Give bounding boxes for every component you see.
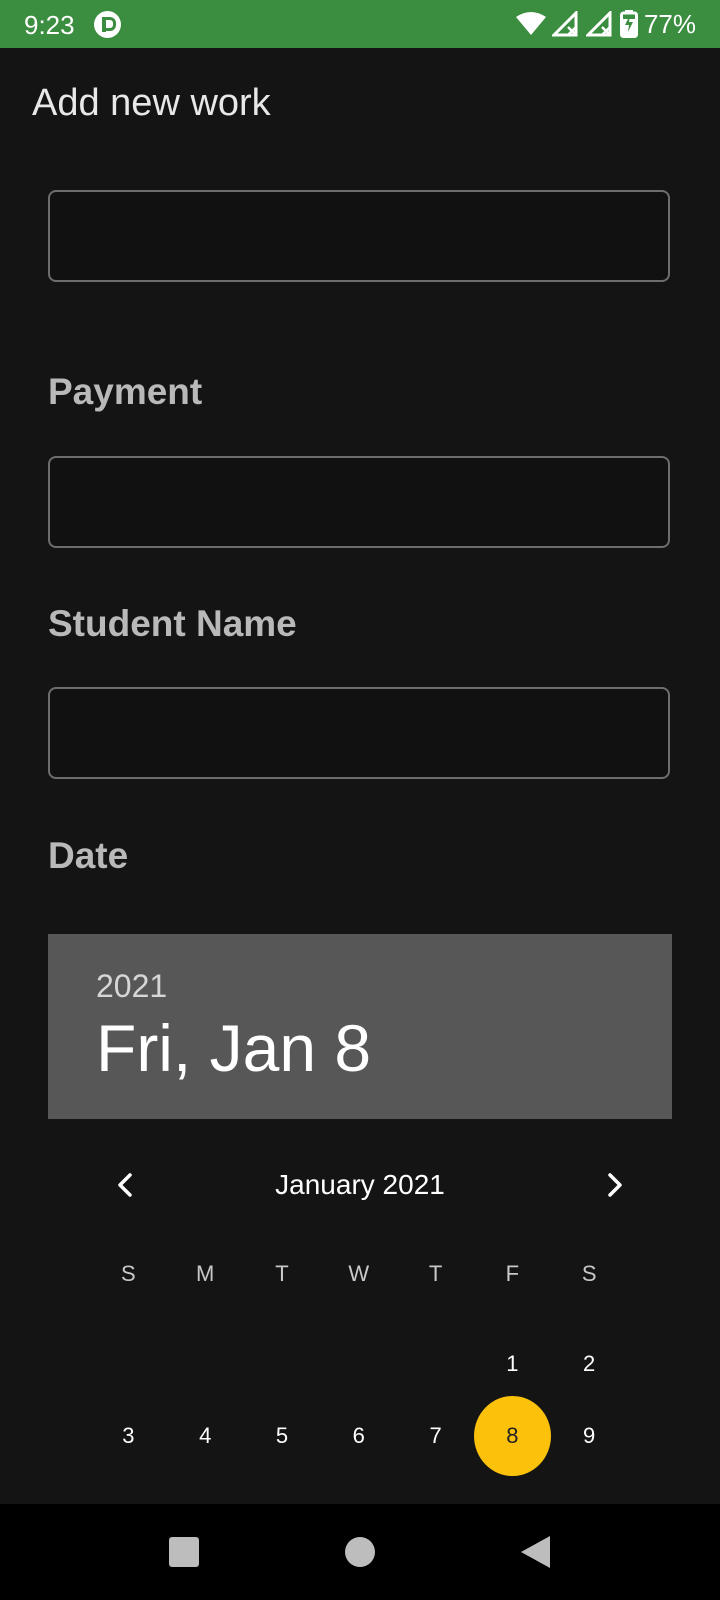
- date-picker-selected-date[interactable]: Fri, Jan 8: [96, 1010, 371, 1086]
- payment-label: Payment: [48, 371, 203, 412]
- back-icon[interactable]: [518, 1534, 554, 1570]
- weekday-label: M: [196, 1261, 215, 1286]
- status-bar: 9:23 77%: [0, 0, 720, 48]
- weekday-label: F: [505, 1261, 520, 1286]
- work-title-input[interactable]: [48, 190, 670, 282]
- calendar-day[interactable]: 9: [551, 1396, 628, 1476]
- calendar-empty-cell: [167, 1324, 244, 1404]
- calendar: January 2021 S M T W T F S 1 2 3 4 5 6 7…: [48, 1119, 672, 1503]
- calendar-day[interactable]: 7: [397, 1396, 474, 1476]
- calendar-day[interactable]: 6: [320, 1396, 397, 1476]
- next-month-button[interactable]: [584, 1155, 644, 1215]
- weekday-label: W: [348, 1261, 370, 1286]
- payment-input[interactable]: [48, 456, 670, 548]
- student-name-input[interactable]: [48, 687, 670, 779]
- calendar-week: 3 4 5 6 7 8 9: [48, 1396, 672, 1476]
- calendar-empty-cell: [90, 1324, 167, 1404]
- status-time: 9:23: [24, 10, 75, 40]
- student-name-label: Student Name: [48, 603, 297, 644]
- calendar-day[interactable]: 3: [90, 1396, 167, 1476]
- calendar-day[interactable]: 4: [167, 1396, 244, 1476]
- calendar-empty-cell: [320, 1324, 397, 1404]
- selected-day-label: 8: [473, 1396, 551, 1476]
- calendar-day-selected[interactable]: 8: [473, 1396, 551, 1476]
- page-title: Add new work: [32, 82, 271, 124]
- calendar-day[interactable]: 1: [474, 1324, 551, 1404]
- calendar-empty-cell: [397, 1324, 474, 1404]
- date-picker-year[interactable]: 2021: [96, 968, 167, 1005]
- status-icons: 77%: [515, 8, 696, 40]
- battery-charging-icon: [619, 10, 638, 38]
- weekday-label: T: [428, 1261, 443, 1286]
- calendar-week: 1 2: [48, 1324, 672, 1404]
- recent-apps-icon[interactable]: [166, 1534, 202, 1570]
- date-picker-header: 2021 Fri, Jan 8: [48, 934, 672, 1119]
- signal-icon: [551, 11, 578, 37]
- weekday-label: S: [581, 1261, 597, 1286]
- app-notification-icon: [94, 11, 121, 38]
- home-icon[interactable]: [342, 1534, 378, 1570]
- chevron-right-icon: [608, 1173, 622, 1197]
- date-label: Date: [48, 835, 129, 876]
- weekday-header: S M T W T F S: [48, 1261, 672, 1287]
- weekday-label: S: [121, 1261, 136, 1286]
- calendar-day[interactable]: 5: [244, 1396, 321, 1476]
- month-year-label: January 2021: [275, 1169, 445, 1200]
- calendar-day[interactable]: 2: [551, 1324, 628, 1404]
- wifi-icon: [515, 12, 546, 35]
- signal-icon: [585, 11, 612, 37]
- weekday-label: T: [275, 1261, 289, 1286]
- navigation-bar: [0, 1504, 720, 1600]
- calendar-empty-cell: [244, 1324, 321, 1404]
- battery-percent: 77%: [643, 8, 696, 39]
